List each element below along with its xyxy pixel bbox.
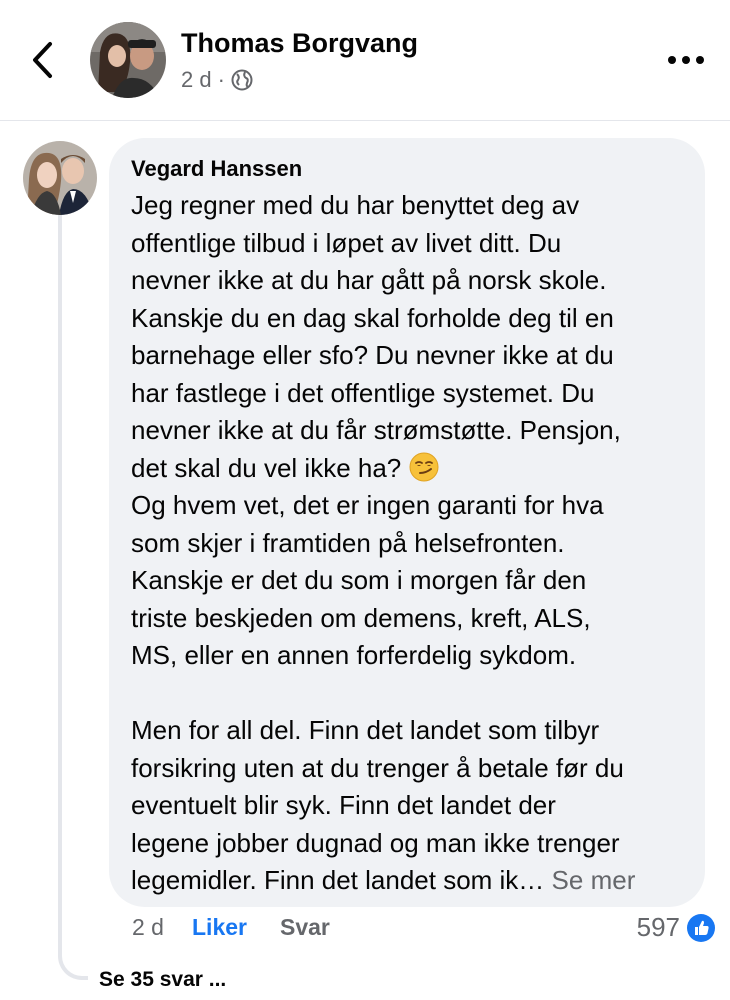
comment-line: legene jobber dugnad og man ikke trenger [131,827,620,858]
comment-line: Jeg regner med du har benyttet deg av [131,190,580,220]
comment-line: Kanskje du en dag skal forholde deg til … [131,302,614,333]
comment-line: offentlige tilbud i løpet av livet ditt.… [131,227,562,258]
comment-author-name[interactable]: Vegard Hanssen [131,155,683,187]
globe-icon [231,69,253,91]
post-author-name[interactable]: Thomas Borgvang [181,28,418,59]
comment-actions: 2 d Liker Svar [132,914,330,941]
comment-avatar[interactable] [23,141,97,215]
comment-line: MS, eller en annen forferdelig sykdom. [131,640,577,670]
chevron-left-icon [33,42,52,78]
like-thumb-icon [687,913,715,942]
comment-text: Jeg regner med du har benyttet deg av of… [131,187,683,900]
avatar-photo [23,141,97,215]
reply-button[interactable]: Svar [280,914,330,941]
comment-line: barnehage eller sfo? Du nevner ikke at d… [131,340,614,370]
comment-line: eventuelt blir syk. Finn det landet der [131,790,556,820]
comment-line: det skal du vel ikke ha? [131,452,402,483]
comment-line: triste beskjeden om demens, kreft, ALS, [131,602,591,633]
comment-line: forsikring uten at du trenger å betale f… [131,752,624,783]
comment-time: 2 d [132,914,164,940]
comment-line: Og hvem vet, det er ingen garanti for hv… [131,490,604,520]
post-meta: 2 d · [181,67,253,93]
post-header: Thomas Borgvang 2 d · [0,0,730,121]
back-button[interactable] [26,38,62,82]
smirking-face-emoji [409,452,439,481]
comment-bubble[interactable]: Vegard Hanssen Jeg regner med du har ben… [109,138,705,907]
comment-line: som skjer i framtiden på helsefronten. [131,527,565,558]
comment-line: har fastlege i det offentlige systemet. … [131,377,595,408]
comment-line: legemidler. Finn det landet som ik… [131,865,545,895]
reaction-summary[interactable]: 597 [637,912,716,943]
see-replies-link[interactable]: Se 35 svar ... [99,968,226,992]
comment-line: nevner ikke at du har gått på norsk skol… [131,265,607,295]
like-button[interactable]: Liker [192,914,280,941]
comment-line: nevner ikke at du får strømstøtte. Pensj… [131,415,621,445]
comment-line: Men for all del. Finn det landet som til… [131,715,600,745]
more-horizontal-icon [668,56,704,64]
avatar-photo [90,22,166,98]
avatar[interactable] [90,22,166,98]
post-time: 2 d [181,67,212,92]
see-more-link[interactable]: Se mer [552,865,636,895]
more-options-button[interactable] [664,48,708,72]
reply-thread-line [58,215,88,980]
meta-separator: · [217,67,225,92]
comment-line: Kanskje er det du som i morgen får den [131,565,587,595]
reaction-count: 597 [636,912,680,942]
